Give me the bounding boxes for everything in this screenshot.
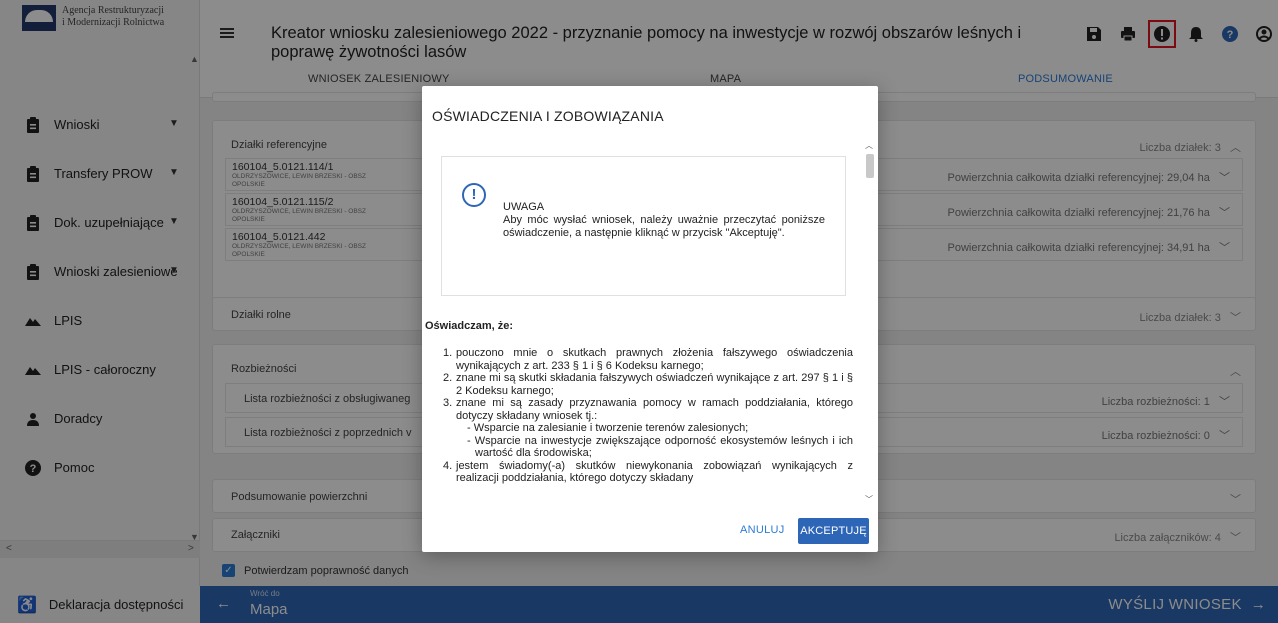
declaration-list: 1. pouczono mnie o skutkach prawnych złoż… <box>443 347 853 485</box>
warning-title: UWAGA <box>503 201 545 213</box>
scrollbar-thumb[interactable] <box>866 154 874 178</box>
declaration-item: 2. znane mi są skutki składania fałszywyc… <box>443 372 853 397</box>
declarations-dialog: OŚWIADCZENIA I ZOBOWIĄZANIA ! UWAGA Aby … <box>422 86 878 552</box>
warning-box: ! UWAGA Aby móc wysłać wniosek, należy u… <box>441 156 846 296</box>
declaration-item: 4. jestem świadomy(-a) skutków niewykonan… <box>443 459 853 485</box>
chevron-down-icon[interactable]: ﹀ <box>865 494 873 505</box>
declaration-subitem: - Wsparcie na inwestycje zwiększające od… <box>467 434 853 460</box>
declaration-heading: Oświadczam, że: <box>425 320 514 332</box>
alert-circle-icon: ! <box>462 183 486 207</box>
cancel-button[interactable]: ANULUJ <box>740 524 785 536</box>
declaration-subitem: - Wsparcie na zalesianie i tworzenie ter… <box>467 422 749 434</box>
chevron-up-icon[interactable]: ︿ <box>865 140 873 151</box>
declaration-item: 3. znane mi są zasady przyznawania pomocy… <box>443 397 853 422</box>
dialog-scroll-area[interactable]: ! UWAGA Aby móc wysłać wniosek, należy u… <box>422 138 878 508</box>
accept-button[interactable]: AKCEPTUJĘ <box>798 518 869 544</box>
dialog-scrollbar[interactable]: ︿ ﹀ <box>863 138 877 508</box>
dialog-actions: ANULUJ AKCEPTUJĘ <box>422 508 878 552</box>
dialog-title: OŚWIADCZENIA I ZOBOWIĄZANIA <box>432 108 664 124</box>
declaration-item: 1. pouczono mnie o skutkach prawnych złoż… <box>443 347 853 372</box>
warning-text: Aby móc wysłać wniosek, należy uważnie p… <box>503 214 825 239</box>
